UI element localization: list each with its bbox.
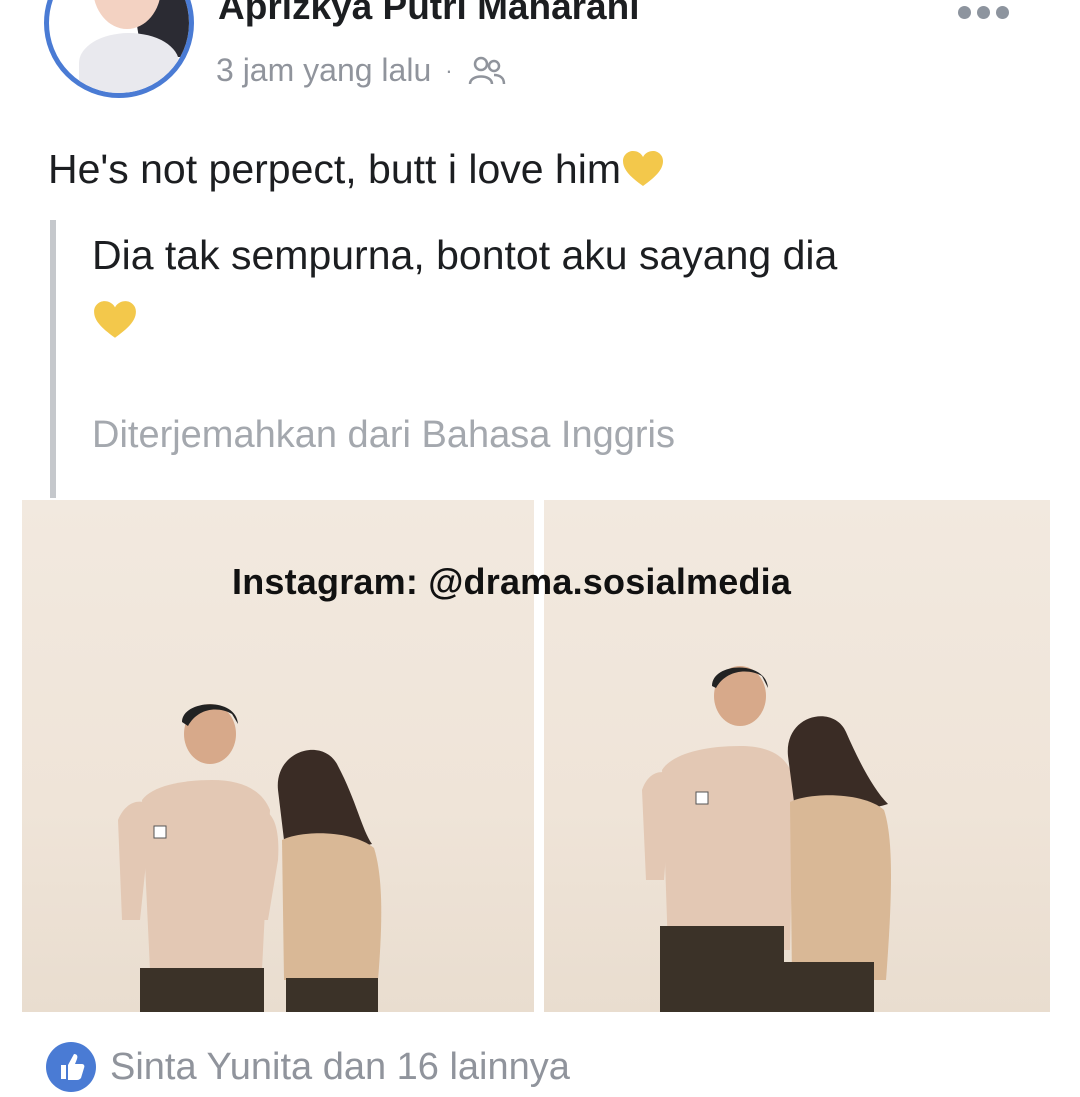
translation-text: Dia tak sempurna, bontot aku sayang dia bbox=[92, 232, 838, 278]
author-avatar[interactable] bbox=[44, 0, 194, 98]
like-icon bbox=[46, 1042, 96, 1092]
yellow-heart-icon bbox=[623, 150, 663, 186]
author-name[interactable]: Aprizkya Putri Maharani bbox=[218, 0, 640, 28]
instagram-watermark: Instagram: @drama.sosialmedia bbox=[232, 561, 792, 602]
friends-icon[interactable] bbox=[467, 54, 507, 88]
more-dot-icon bbox=[996, 6, 1009, 19]
more-dot-icon bbox=[977, 6, 990, 19]
post-timestamp[interactable]: 3 jam yang lalu bbox=[216, 52, 431, 89]
reactions-summary[interactable]: Sinta Yunita dan 16 lainnya bbox=[46, 1042, 570, 1092]
post-text-content: He's not perpect, butt i love him bbox=[48, 146, 621, 192]
more-dot-icon bbox=[958, 6, 971, 19]
yellow-heart-icon bbox=[94, 301, 136, 338]
translation-quote-bar bbox=[50, 220, 56, 498]
post-meta: 3 jam yang lalu · bbox=[216, 52, 507, 89]
meta-separator: · bbox=[445, 57, 453, 83]
reactions-text: Sinta Yunita dan 16 lainnya bbox=[110, 1045, 570, 1088]
more-options-button[interactable] bbox=[958, 6, 1009, 19]
translation-source-link[interactable]: Diterjemahkan dari Bahasa Inggris bbox=[92, 414, 675, 457]
post-text: He's not perpect, butt i love him bbox=[48, 146, 665, 193]
